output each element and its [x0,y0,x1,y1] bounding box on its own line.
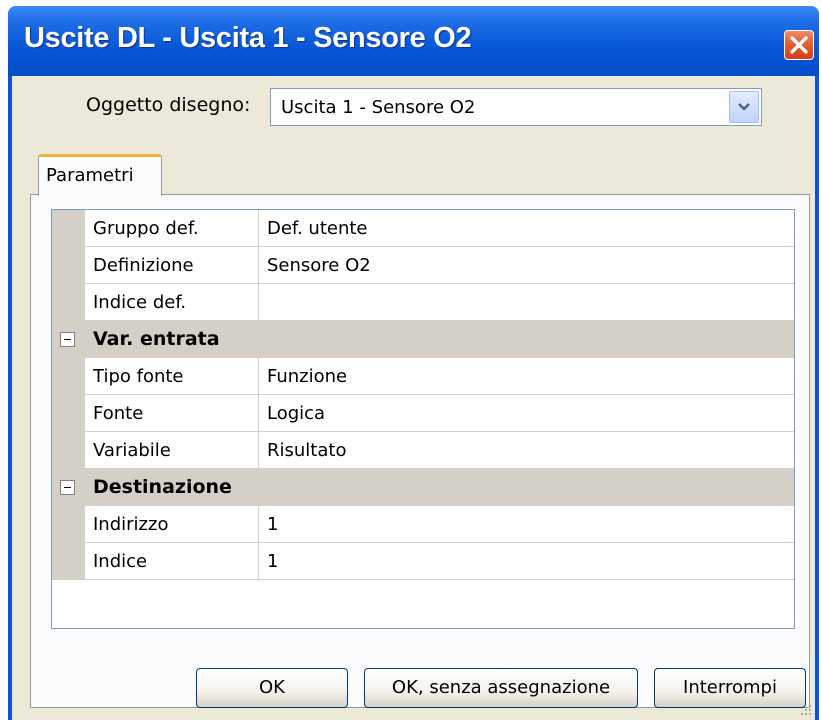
dialog-client-area: Oggetto disegno: Uscita 1 - Sensore O2 P… [12,76,815,720]
category-label: Destinazione [93,476,232,498]
category-row-destinazione[interactable]: Destinazione [52,469,794,506]
collapse-icon[interactable] [60,480,75,495]
property-row[interactable]: Indice 1 [52,543,794,580]
property-row[interactable]: Fonte Logica [52,395,794,432]
dialog-window: Uscite DL - Uscita 1 - Sensore O2 Oggett… [8,6,819,720]
property-name: Indirizzo [85,506,259,543]
object-selector-dropdown[interactable]: Uscita 1 - Sensore O2 [270,88,762,126]
row-gutter [52,210,85,247]
property-grid[interactable]: Gruppo def. Def. utente Definizione Sens… [51,209,795,629]
tab-label: Parametri [46,165,134,186]
close-icon [790,36,808,54]
property-row[interactable]: Indice def. [52,284,794,321]
property-row[interactable]: Indirizzo 1 [52,506,794,543]
tab-panel: Gruppo def. Def. utente Definizione Sens… [30,194,810,708]
collapse-icon[interactable] [60,332,75,347]
property-value[interactable]: Def. utente [259,210,794,247]
property-value[interactable]: Logica [259,395,794,432]
row-gutter [52,247,85,284]
property-value[interactable] [259,284,794,321]
property-name: Variabile [85,432,259,469]
object-selector-value: Uscita 1 - Sensore O2 [281,97,476,118]
chevron-down-icon [738,103,750,111]
category-row-var-entrata[interactable]: Var. entrata [52,321,794,358]
object-selector-label: Oggetto disegno: [86,94,251,116]
row-gutter [52,543,85,580]
property-name: Indice [85,543,259,580]
property-row[interactable]: Gruppo def. Def. utente [52,210,794,247]
property-name: Gruppo def. [85,210,259,247]
property-name: Tipo fonte [85,358,259,395]
cancel-button[interactable]: Interrompi [654,668,806,708]
ok-button[interactable]: OK [196,668,348,708]
property-value[interactable]: 1 [259,543,794,580]
property-row[interactable]: Variabile Risultato [52,432,794,469]
window-title: Uscite DL - Uscita 1 - Sensore O2 [24,22,472,54]
row-gutter [52,506,85,543]
property-value[interactable]: Sensore O2 [259,247,794,284]
row-gutter [52,358,85,395]
title-bar[interactable]: Uscite DL - Uscita 1 - Sensore O2 [8,6,819,76]
row-gutter [52,432,85,469]
property-value[interactable]: Funzione [259,358,794,395]
resize-grip-icon[interactable] [797,702,813,718]
property-row[interactable]: Tipo fonte Funzione [52,358,794,395]
close-button[interactable] [784,30,814,60]
tab-parametri[interactable]: Parametri [38,154,162,196]
category-label: Var. entrata [93,328,220,350]
row-gutter [52,284,85,321]
property-value[interactable]: 1 [259,506,794,543]
dropdown-button[interactable] [729,91,759,123]
row-gutter [52,395,85,432]
property-row[interactable]: Definizione Sensore O2 [52,247,794,284]
property-name: Definizione [85,247,259,284]
ok-without-assignment-button[interactable]: OK, senza assegnazione [364,668,638,708]
property-value[interactable]: Risultato [259,432,794,469]
property-name: Indice def. [85,284,259,321]
property-name: Fonte [85,395,259,432]
